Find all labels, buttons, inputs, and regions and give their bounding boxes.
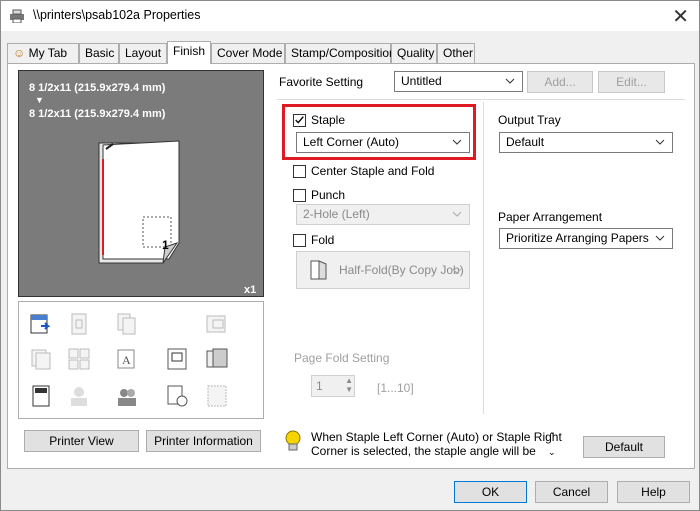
paper-arrangement-label: Paper Arrangement: [498, 210, 603, 224]
page-number: 1: [162, 238, 169, 252]
clock-document-icon: [167, 385, 188, 407]
user-group-icon: [71, 387, 87, 406]
tab-finish[interactable]: Finish: [167, 41, 211, 64]
punch-dropdown[interactable]: 2-Hole (Left): [296, 204, 470, 225]
users-icon: [118, 389, 136, 406]
stack-icon: [31, 349, 51, 370]
tab-cover-mode[interactable]: Cover Mode: [211, 43, 285, 63]
add-button[interactable]: Add...: [527, 71, 593, 93]
output-tray-label: Output Tray: [498, 113, 561, 127]
calculator-icon: [32, 385, 50, 407]
info-scroll-arrows-icon[interactable]: ⌃ ⌄: [548, 428, 556, 460]
status-icons-grid: A: [18, 301, 264, 419]
fold-dropdown[interactable]: Half-Fold(By Copy Job): [296, 251, 470, 289]
info-text-line2: Corner is selected, the staple angle wil…: [311, 444, 536, 458]
paper-arrangement-value: Prioritize Arranging Papers: [506, 231, 649, 245]
info-text-line1: When Staple Left Corner (Auto) or Staple…: [311, 430, 562, 444]
overlay-icon: [206, 348, 228, 368]
cancel-button[interactable]: Cancel: [535, 481, 608, 503]
duplex-icon: [71, 313, 87, 335]
chevron-down-icon: [505, 78, 515, 84]
output-icon: [30, 314, 51, 334]
help-button[interactable]: Help: [617, 481, 690, 503]
chevron-down-icon: [452, 211, 462, 217]
output-tray-value: Default: [506, 135, 545, 149]
default-button[interactable]: Default: [583, 436, 665, 458]
favorite-setting-dropdown[interactable]: Untitled: [394, 71, 523, 92]
chevron-down-icon: [655, 139, 665, 145]
paper-arrangement-dropdown[interactable]: Prioritize Arranging Papers: [499, 228, 673, 249]
highlight-box: [282, 104, 476, 160]
column-divider: [483, 102, 484, 414]
punch-checkbox[interactable]: [293, 189, 306, 202]
printer-information-button[interactable]: Printer Information: [146, 430, 261, 452]
top-divider: [277, 99, 685, 100]
page-fold-stepper[interactable]: 1 ▲ ▼: [311, 375, 355, 397]
printer-icon: [10, 9, 24, 23]
arrow-down-icon: ▼: [35, 95, 44, 105]
output-size: 8 1/2x11 (215.9x279.4 mm): [29, 108, 166, 120]
page-fold-range: [1...10]: [377, 381, 414, 395]
svg-text:A: A: [122, 353, 131, 367]
chevron-down-icon: [655, 235, 665, 241]
lightbulb-icon: [285, 430, 301, 451]
window-title: \\printers\psab102a Properties: [33, 8, 201, 22]
fold-label: Fold: [311, 233, 335, 247]
form-icon: [167, 348, 187, 370]
center-staple-checkbox[interactable]: [293, 165, 306, 178]
page-fold-setting-label: Page Fold Setting: [294, 351, 390, 365]
user-icon: ☺: [13, 46, 26, 60]
tab-stamp-composition[interactable]: Stamp/Composition: [285, 43, 396, 63]
properties-window: \\printers\psab102a Properties ✕ ☺ My Ta…: [0, 0, 700, 511]
title-bar: \\printers\psab102a Properties ✕: [1, 1, 699, 31]
fold-value: Half-Fold(By Copy Job): [339, 263, 464, 277]
tab-my-tab[interactable]: ☺ My Tab: [7, 43, 79, 63]
copies-count: x1: [244, 284, 257, 296]
half-fold-icon: [310, 260, 327, 280]
chevron-down-icon: [452, 268, 462, 274]
tab-quality[interactable]: Quality: [391, 43, 437, 63]
output-tray-dropdown[interactable]: Default: [499, 132, 673, 153]
copies-icon: [117, 313, 136, 335]
page-preview: 8 1/2x11 (215.9x279.4 mm) ▼ 8 1/2x11 (21…: [18, 70, 264, 297]
ok-button[interactable]: OK: [454, 481, 527, 503]
punch-label: Punch: [311, 188, 346, 202]
center-staple-label: Center Staple and Fold: [311, 164, 435, 178]
tab-basic[interactable]: Basic: [79, 43, 119, 63]
paper-stack-illustration: [98, 140, 180, 264]
perforated-icon: [207, 385, 227, 407]
booklet-icon: [206, 315, 226, 333]
punch-value: 2-Hole (Left): [303, 207, 370, 221]
fold-checkbox[interactable]: [293, 234, 306, 247]
favorite-setting-value: Untitled: [401, 74, 442, 88]
page-fold-value: 1: [316, 379, 323, 393]
tab-other[interactable]: Other: [437, 43, 475, 63]
text-icon: A: [117, 349, 135, 369]
favorite-setting-label: Favorite Setting: [279, 75, 364, 89]
close-icon[interactable]: ✕: [672, 4, 689, 29]
edit-button[interactable]: Edit...: [598, 71, 665, 93]
stepper-arrows-icon[interactable]: ▲ ▼: [345, 376, 353, 394]
printer-view-button[interactable]: Printer View: [24, 430, 139, 452]
tab-layout[interactable]: Layout: [119, 43, 167, 63]
source-size: 8 1/2x11 (215.9x279.4 mm): [29, 82, 166, 94]
combine-icon: [68, 348, 90, 370]
